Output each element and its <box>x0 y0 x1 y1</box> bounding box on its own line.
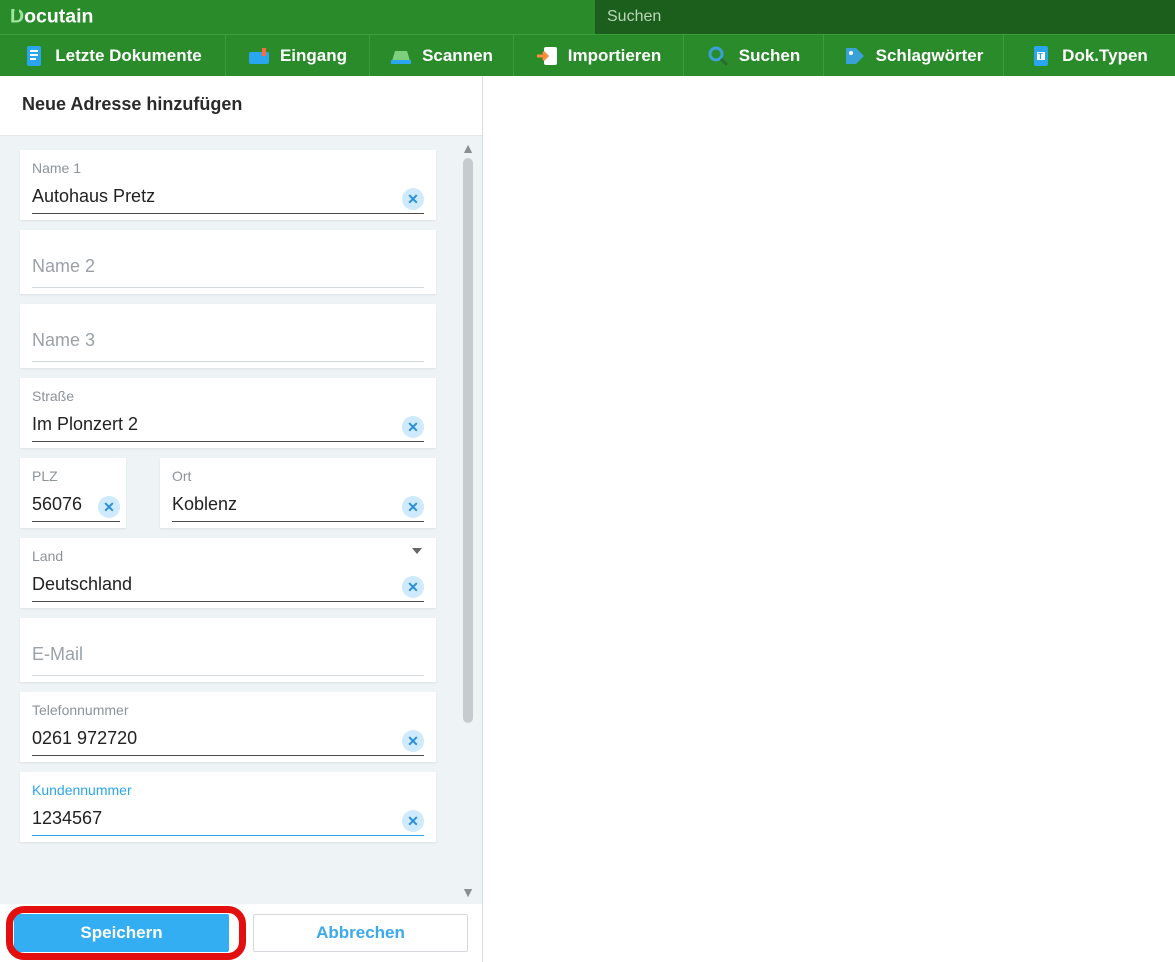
search-icon <box>707 45 729 67</box>
input-telefon[interactable] <box>32 724 424 756</box>
scroll-down-icon[interactable]: ▼ <box>456 882 480 902</box>
field-email <box>20 618 436 682</box>
toolbar-item-importieren[interactable]: Importieren <box>514 35 684 76</box>
clear-plz-icon[interactable]: ✕ <box>98 496 120 518</box>
panel-title: Neue Adresse hinzufügen <box>0 76 482 136</box>
field-name3 <box>20 304 436 368</box>
field-name1: Name 1 ✕ <box>20 150 436 220</box>
toolbar-label: Importieren <box>568 46 662 66</box>
tag-icon <box>844 45 866 67</box>
cancel-button[interactable]: Abbrechen <box>253 914 468 952</box>
clear-name1-icon[interactable]: ✕ <box>402 188 424 210</box>
document-icon <box>23 45 45 67</box>
toolbar-item-schlagwoerter[interactable]: Schlagwörter <box>824 35 1004 76</box>
docutain-logo: Docutain <box>10 5 130 29</box>
svg-text:Docutain: Docutain <box>10 5 93 27</box>
field-kundennummer: Kundennummer ✕ <box>20 772 436 842</box>
field-ort: Ort ✕ <box>160 458 436 528</box>
address-form-panel: Neue Adresse hinzufügen Name 1 ✕ <box>0 76 483 962</box>
input-kundennummer[interactable] <box>32 804 424 836</box>
form-scrollbar: ▲ ▼ <box>456 138 480 902</box>
clear-kundennummer-icon[interactable]: ✕ <box>402 810 424 832</box>
toolbar-label: Suchen <box>739 46 800 66</box>
label-telefon: Telefonnummer <box>32 702 424 718</box>
field-land: Land ✕ <box>20 538 436 608</box>
label-name1: Name 1 <box>32 160 424 176</box>
field-telefon: Telefonnummer ✕ <box>20 692 436 762</box>
label-strasse: Straße <box>32 388 424 404</box>
input-ort[interactable] <box>172 490 424 522</box>
clear-telefon-icon[interactable]: ✕ <box>402 730 424 752</box>
form-scroll-area: Name 1 ✕ Straße ✕ <box>0 136 482 904</box>
label-land: Land <box>32 548 424 564</box>
toolbar-label: Schlagwörter <box>876 46 984 66</box>
preview-panel <box>483 76 1175 962</box>
input-name2[interactable] <box>32 240 424 288</box>
toolbar-label: Letzte Dokumente <box>55 46 201 66</box>
label-plz: PLZ <box>32 468 120 484</box>
form-inner: Name 1 ✕ Straße ✕ <box>0 136 452 856</box>
toolbar-item-scannen[interactable]: Scannen <box>370 35 514 76</box>
global-search[interactable]: Suchen <box>595 0 1175 34</box>
clear-land-icon[interactable]: ✕ <box>402 576 424 598</box>
label-ort: Ort <box>172 468 424 484</box>
toolbar-item-suchen[interactable]: Suchen <box>684 35 824 76</box>
field-strasse: Straße ✕ <box>20 378 436 448</box>
scroll-up-icon[interactable]: ▲ <box>456 138 480 158</box>
global-search-placeholder: Suchen <box>607 8 661 26</box>
clear-strasse-icon[interactable]: ✕ <box>402 416 424 438</box>
import-icon <box>536 45 558 67</box>
main-area: Neue Adresse hinzufügen Name 1 ✕ <box>0 76 1175 962</box>
main-toolbar: Letzte Dokumente Eingang Scannen Importi… <box>0 34 1175 76</box>
field-plz: PLZ ✕ <box>20 458 126 528</box>
clear-ort-icon[interactable]: ✕ <box>402 496 424 518</box>
toolbar-item-eingang[interactable]: Eingang <box>226 35 370 76</box>
scroll-track[interactable] <box>463 158 473 882</box>
field-name2 <box>20 230 436 294</box>
toolbar-item-letzte-dokumente[interactable]: Letzte Dokumente <box>0 35 226 76</box>
toolbar-label: Eingang <box>280 46 347 66</box>
input-strasse[interactable] <box>32 410 424 442</box>
input-email[interactable] <box>32 628 424 676</box>
input-name1[interactable] <box>32 182 424 214</box>
toolbar-label: Dok.Typen <box>1062 46 1148 66</box>
row-plz-ort: PLZ ✕ Ort ✕ <box>20 458 436 528</box>
label-kundennummer: Kundennummer <box>32 782 424 798</box>
inbox-icon <box>248 45 270 67</box>
brand-bar: Docutain Suchen <box>0 0 1175 34</box>
form-footer: Speichern Abbrechen <box>0 904 482 962</box>
doc-type-icon: T <box>1030 45 1052 67</box>
scanner-icon <box>390 45 412 67</box>
save-button[interactable]: Speichern <box>14 914 229 952</box>
brand-bar-left: Docutain <box>0 0 595 34</box>
svg-text:T: T <box>1038 52 1043 61</box>
input-name3[interactable] <box>32 314 424 362</box>
select-land[interactable] <box>32 570 424 602</box>
chevron-down-icon[interactable] <box>412 548 422 554</box>
toolbar-item-doktypen[interactable]: T Dok.Typen <box>1004 35 1174 76</box>
scroll-thumb[interactable] <box>463 158 473 723</box>
toolbar-label: Scannen <box>422 46 493 66</box>
